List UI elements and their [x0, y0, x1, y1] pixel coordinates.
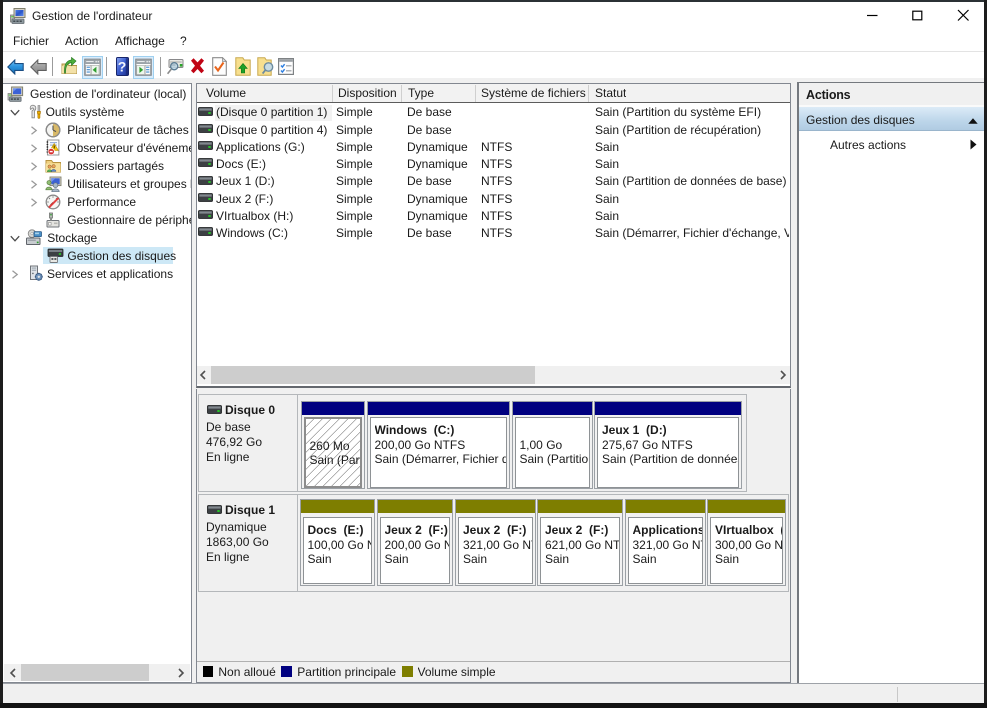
- svg-text:?: ?: [117, 59, 126, 75]
